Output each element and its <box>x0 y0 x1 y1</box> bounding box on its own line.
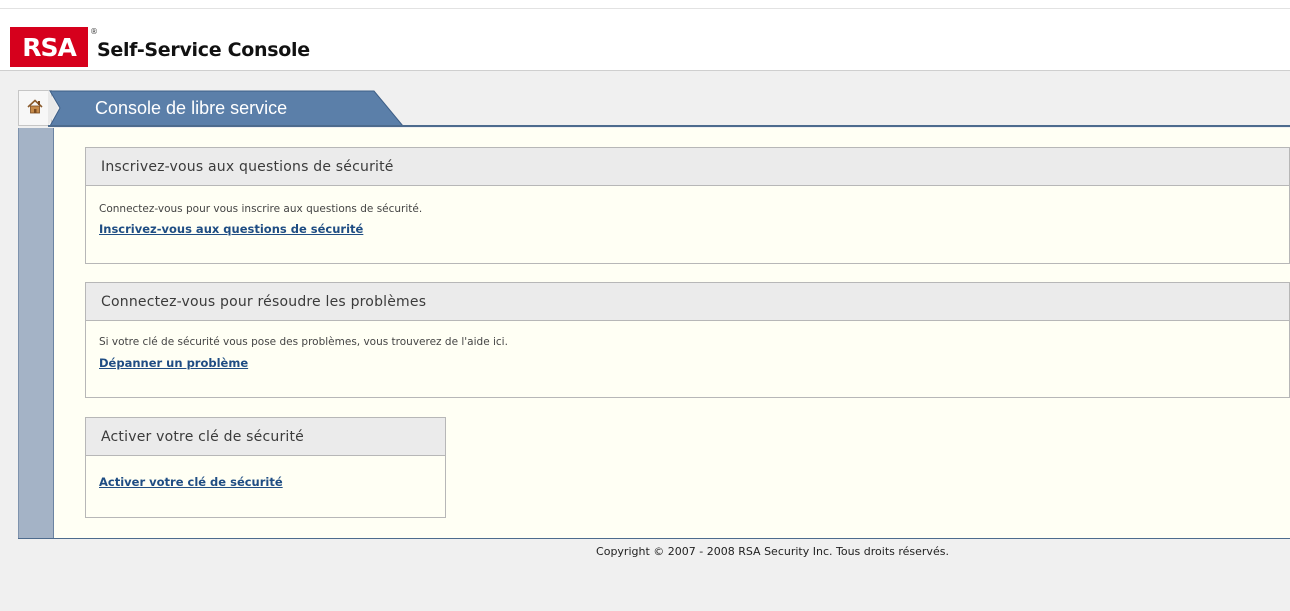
footer-copyright: Copyright © 2007 - 2008 RSA Security Inc… <box>596 545 949 558</box>
footer-area: Copyright © 2007 - 2008 RSA Security Inc… <box>0 0 1290 611</box>
